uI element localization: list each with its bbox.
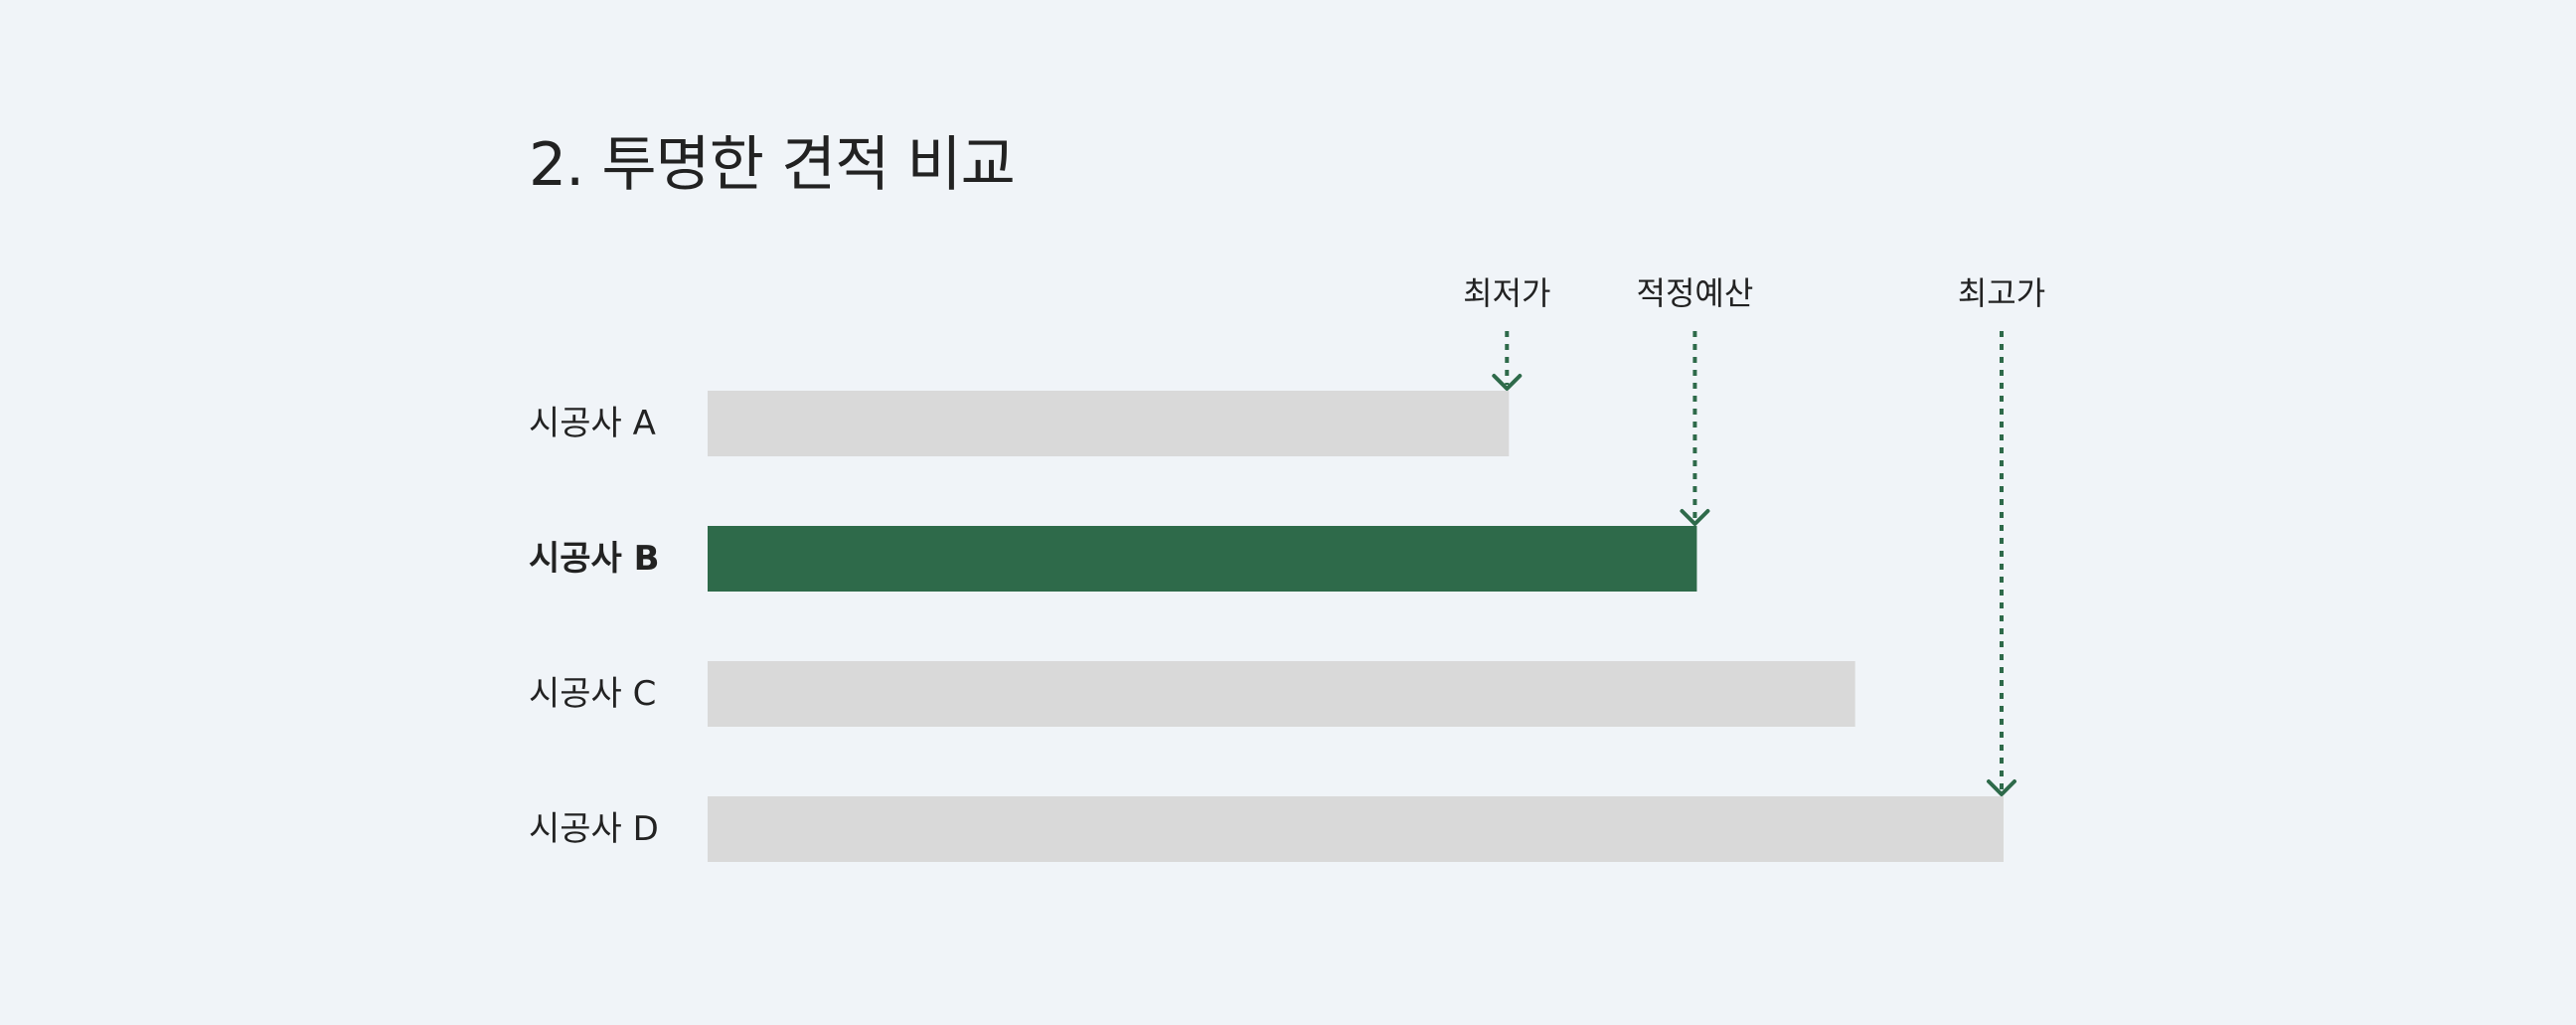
quote-comparison-chart: 시공사 A 시공사 B 시공사 C 시공사 D 최저가 적정예산 최고가 [529, 274, 2045, 862]
marker-label: 최저가 [1463, 274, 1550, 312]
category-label: 시공사 D [529, 809, 659, 849]
category-label: 시공사 B [529, 539, 660, 579]
marker-label: 최고가 [1958, 274, 2045, 312]
chevron-down-icon [1492, 374, 1523, 391]
bar [708, 796, 2004, 862]
marker-label: 적정예산 [1637, 274, 1754, 312]
category-label: 시공사 C [529, 674, 656, 714]
bar [708, 391, 1510, 456]
bar [708, 526, 1697, 592]
bar [708, 661, 1855, 727]
category-label: 시공사 A [529, 404, 656, 443]
